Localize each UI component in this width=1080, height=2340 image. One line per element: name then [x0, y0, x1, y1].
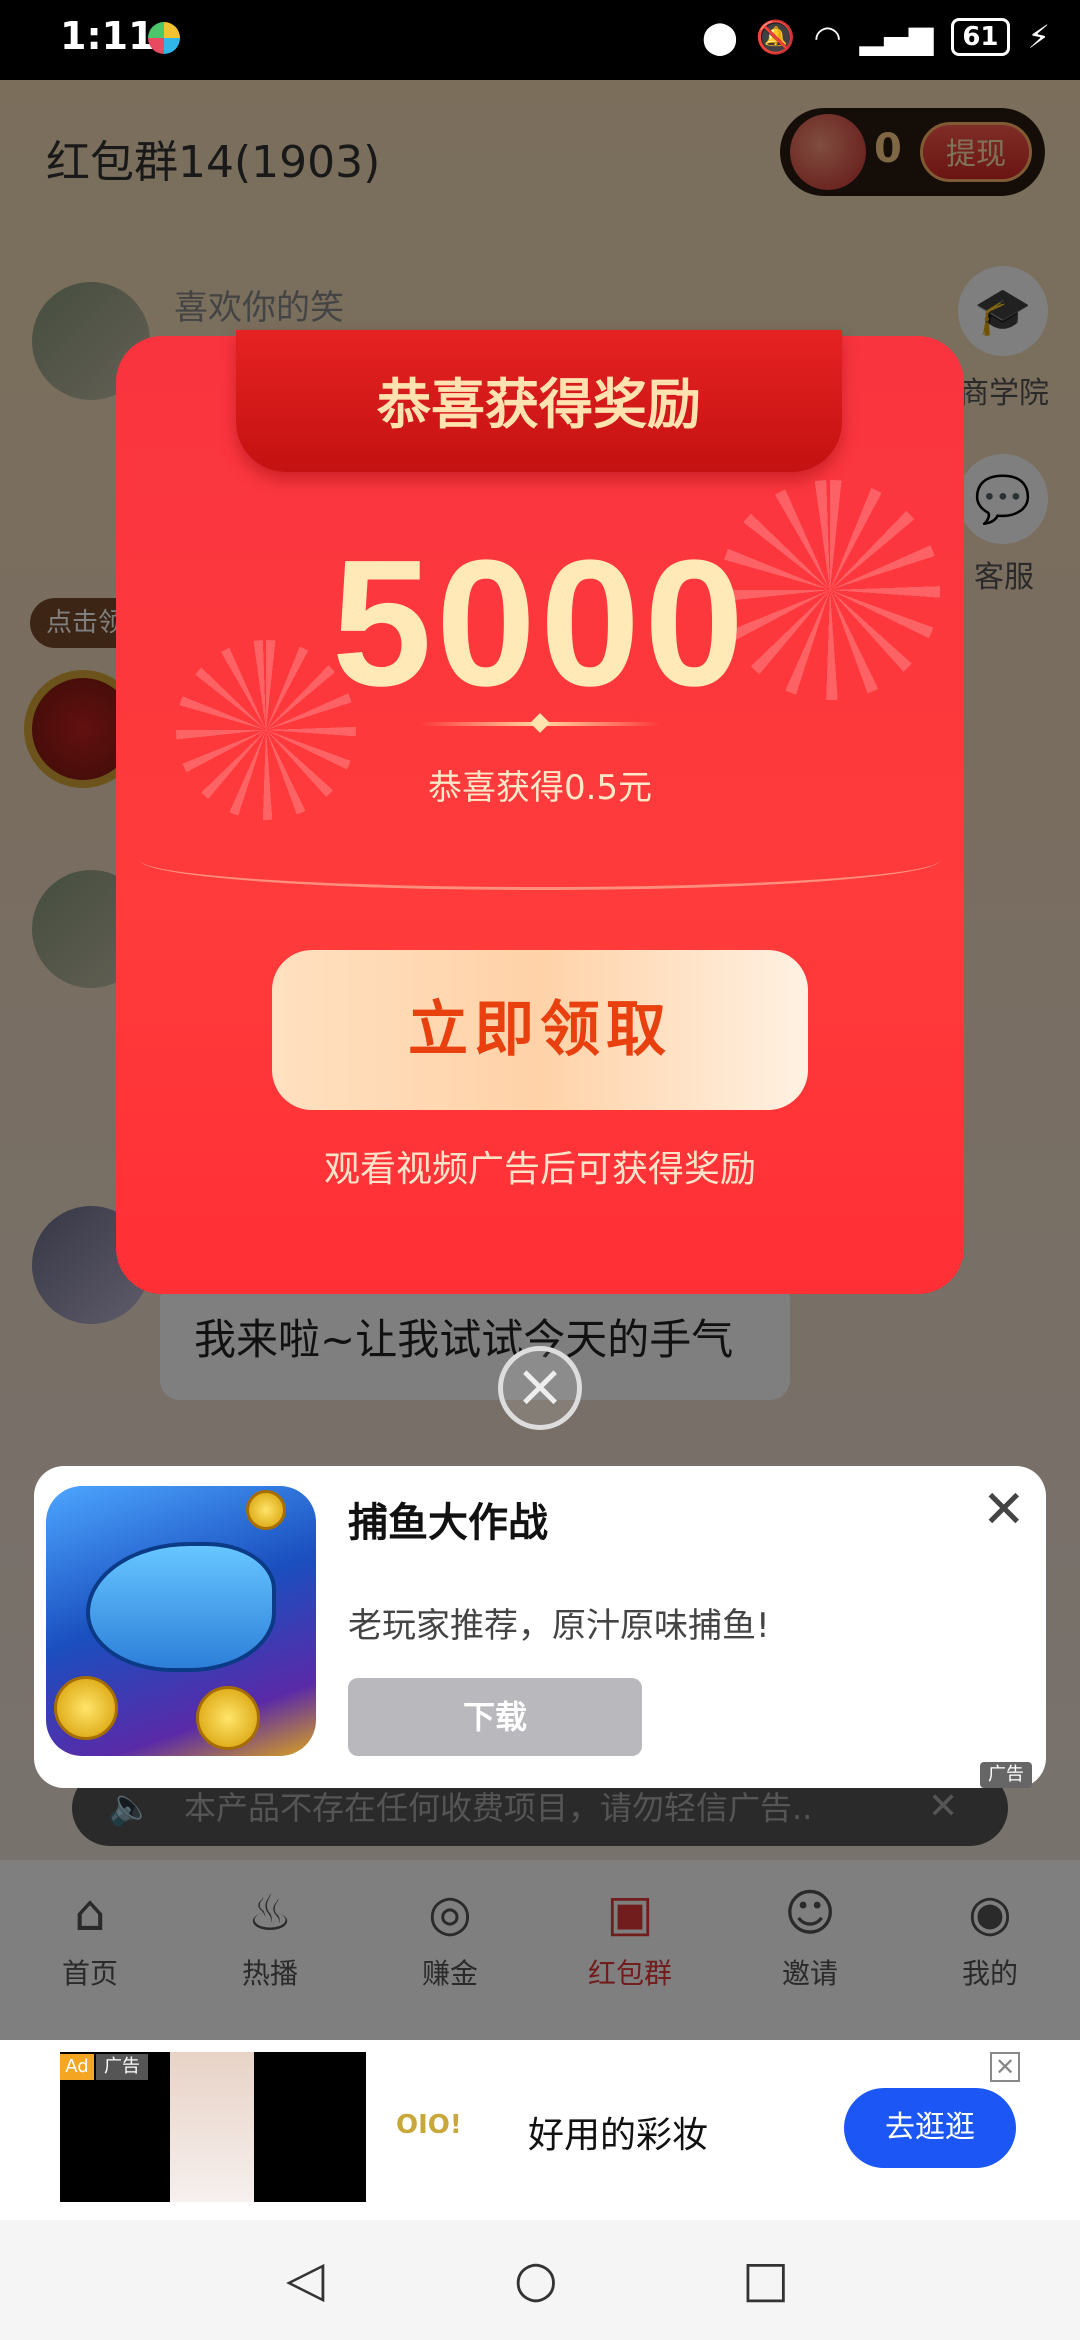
- home-button-icon[interactable]: ○: [514, 2250, 558, 2308]
- download-button[interactable]: 下载: [348, 1678, 642, 1756]
- video-thumbnail: [170, 2052, 254, 2202]
- shop-button[interactable]: 去逛逛: [844, 2088, 1016, 2168]
- close-icon[interactable]: ×: [498, 1346, 582, 1430]
- app-logo-icon: [148, 22, 180, 54]
- ad-title: 捕鱼大作战: [348, 1500, 548, 1546]
- coin-icon: [196, 1686, 260, 1750]
- ad-badge: 广告: [96, 2054, 148, 2080]
- reward-hint: 观看视频广告后可获得奖励: [323, 1149, 756, 1190]
- mute-icon: 🔕: [755, 18, 796, 56]
- ad-description: 老玩家推荐，原汁原味捕鱼!: [348, 1606, 770, 1646]
- status-icons: ⬤ 🔕 ◠ ▂▄▆ 61 ⚡: [702, 18, 1050, 56]
- signal-icon: ▂▄▆: [859, 18, 934, 56]
- ad-tag: 广告: [980, 1762, 1032, 1788]
- modal-title: 恭喜获得奖励: [377, 373, 701, 436]
- battery-icon: 61: [951, 18, 1010, 56]
- game-thumbnail[interactable]: [46, 1486, 316, 1756]
- location-icon: ⬤: [701, 18, 738, 56]
- wifi-icon: ◠: [813, 18, 842, 56]
- ad-badge: Ad: [60, 2054, 94, 2080]
- status-bar: 1:11 ⬤ 🔕 ◠ ▂▄▆ 61 ⚡: [0, 0, 1080, 80]
- decorative-arc: [140, 830, 940, 890]
- back-icon[interactable]: ◁: [286, 2250, 324, 2308]
- coin-icon: [54, 1676, 118, 1740]
- reward-amount: 5000: [331, 523, 749, 724]
- close-icon[interactable]: ✕: [990, 2052, 1020, 2082]
- status-time: 1:11: [60, 14, 155, 58]
- reward-subtitle: 恭喜获得0.5元: [427, 768, 653, 808]
- claim-button[interactable]: 立即领取: [272, 950, 808, 1110]
- charging-icon: ⚡: [1027, 18, 1050, 56]
- close-icon[interactable]: ✕: [982, 1480, 1026, 1540]
- banner-text: 好用的彩妆: [528, 2115, 709, 2156]
- recents-icon[interactable]: □: [742, 2250, 789, 2308]
- coin-icon: [246, 1490, 286, 1530]
- brand-logo-icon: OIO!: [396, 2110, 462, 2140]
- shark-icon: [86, 1542, 276, 1672]
